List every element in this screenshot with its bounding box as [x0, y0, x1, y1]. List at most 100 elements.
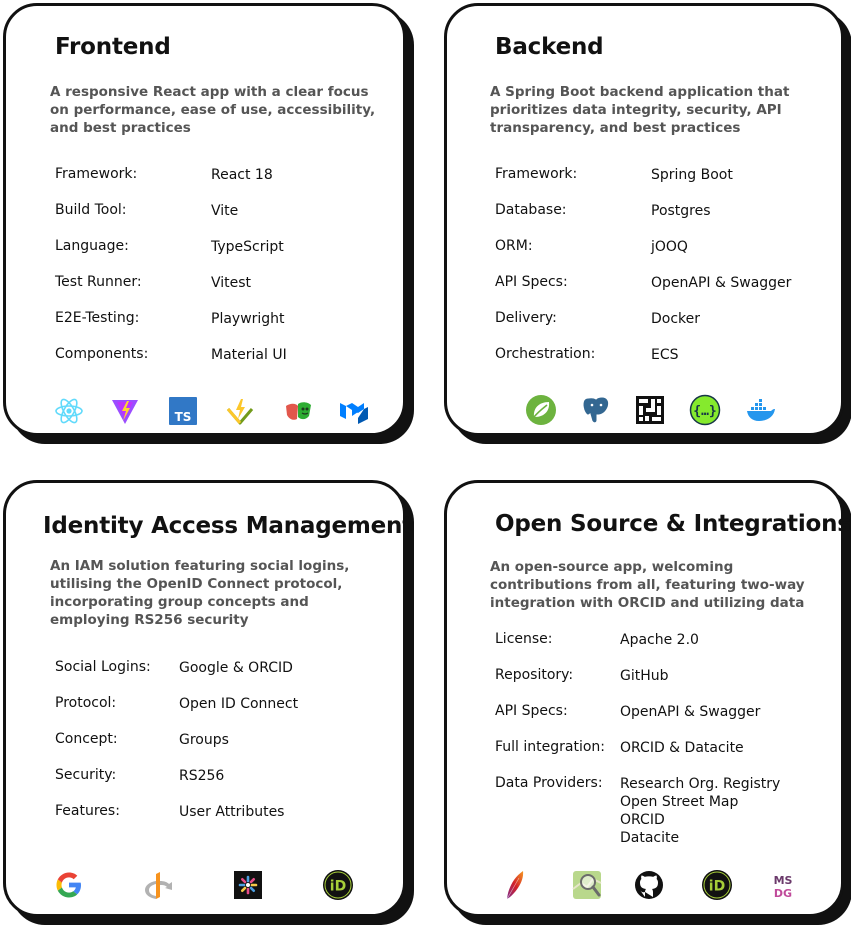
jooq-icon [634, 394, 666, 426]
property-value: Research Org. Registry Open Street Map O… [620, 776, 781, 846]
property-label: API Specs: [495, 274, 568, 290]
property-label: ORM: [495, 238, 533, 254]
property-value: React 18 [211, 167, 273, 183]
svg-text:iD: iD [709, 879, 725, 895]
property-label: Features: [55, 803, 120, 819]
material-ui-icon [338, 395, 370, 427]
postgres-icon [580, 394, 612, 426]
svg-text:TS: TS [175, 410, 192, 424]
property-row: Full integration: ORCID & Datacite [495, 739, 815, 775]
property-label: Security: [55, 767, 117, 783]
property-value: Postgres [651, 203, 711, 219]
property-list: Framework: Spring Boot Database: Postgres … [495, 166, 815, 382]
property-row: Build Tool: Vite [55, 202, 375, 238]
property-row: Components: Material UI [55, 346, 375, 382]
property-label: License: [495, 631, 553, 647]
property-value: ECS [651, 347, 679, 363]
github-icon [633, 869, 665, 901]
property-label: Language: [55, 238, 129, 254]
tech-icons: {…} [447, 394, 841, 428]
property-row: Orchestration: ECS [495, 346, 815, 382]
property-value: Groups [179, 732, 229, 748]
card-description: An IAM solution featuring social logins,… [50, 558, 350, 628]
property-value: OpenAPI & Swagger [620, 704, 761, 720]
property-label: Components: [55, 346, 149, 362]
property-value: GitHub [620, 668, 669, 684]
property-label: Concept: [55, 731, 118, 747]
card-description: A Spring Boot backend application that p… [490, 84, 790, 136]
google-icon [53, 869, 85, 901]
property-value: Playwright [211, 311, 285, 327]
orcid-icon: iD [701, 869, 733, 901]
property-value: Google & ORCID [179, 660, 293, 676]
spring-icon [525, 394, 557, 426]
svg-text:{…}: {…} [693, 404, 716, 419]
property-value: Apache 2.0 [620, 632, 699, 648]
property-row: Security: RS256 [55, 767, 375, 803]
property-label: Protocol: [55, 695, 117, 711]
property-value: OpenAPI & Swagger [651, 275, 792, 291]
card-title: Frontend [55, 34, 171, 60]
property-list: License: Apache 2.0 Repository: GitHub API… [495, 631, 815, 847]
property-value: Docker [651, 311, 701, 327]
property-row: Test Runner: Vitest [55, 274, 375, 310]
property-label: E2E-Testing: [55, 310, 140, 326]
card-title: Backend [495, 34, 604, 60]
property-value: Material UI [211, 347, 287, 363]
property-label: Delivery: [495, 310, 557, 326]
react-icon [53, 395, 85, 427]
property-row: API Specs: OpenAPI & Swagger [495, 703, 815, 739]
property-row: Database: Postgres [495, 202, 815, 238]
property-label: Social Logins: [55, 659, 151, 675]
vitest-icon [224, 395, 256, 427]
property-row: ORM: jOOQ [495, 238, 815, 274]
svg-text:iD: iD [330, 879, 346, 895]
orcid-icon: iD [322, 869, 354, 901]
property-value: RS256 [179, 768, 225, 784]
svg-text:DG: DG [774, 887, 792, 900]
property-row: Language: TypeScript [55, 238, 375, 274]
iam-card: Identity Access Management An IAM soluti… [3, 480, 413, 917]
property-value: Vitest [211, 275, 252, 291]
property-value: TypeScript [211, 239, 284, 255]
property-row: E2E-Testing: Playwright [55, 310, 375, 346]
property-label: Database: [495, 202, 567, 218]
property-label: Full integration: [495, 739, 606, 755]
property-label: Framework: [495, 166, 578, 182]
property-row: API Specs: OpenAPI & Swagger [495, 274, 815, 310]
property-label: API Specs: [495, 703, 568, 719]
property-list: Social Logins: Google & ORCID Protocol: Op… [55, 659, 375, 839]
playwright-icon [282, 395, 314, 427]
property-row: Repository: GitHub [495, 667, 815, 703]
apache-feather-icon [499, 869, 531, 901]
property-value: User Attributes [179, 804, 285, 820]
openid-icon [142, 869, 174, 901]
property-row: Protocol: Open ID Connect [55, 695, 375, 731]
docker-icon [744, 394, 776, 426]
property-row: Framework: Spring Boot [495, 166, 815, 202]
msdg-icon: MS DG [767, 869, 799, 901]
property-row: Framework: React 18 [55, 166, 375, 202]
svg-text:MS: MS [774, 874, 793, 887]
openstreetmap-icon [571, 869, 603, 901]
property-row: Concept: Groups [55, 731, 375, 767]
property-value: Open ID Connect [179, 696, 299, 712]
open-source-card: Open Source & Integrations An open-sourc… [444, 480, 851, 917]
vite-icon [109, 395, 141, 427]
property-value: Spring Boot [651, 167, 733, 183]
card-description: A responsive React app with a clear focu… [50, 84, 376, 136]
card-description: An open-source app, welcoming contributi… [490, 559, 805, 610]
property-label: Framework: [55, 166, 138, 182]
property-label: Repository: [495, 667, 574, 683]
tech-icons: iD MS DG [447, 869, 841, 903]
typescript-icon: TS [167, 395, 199, 427]
swagger-icon: {…} [689, 394, 721, 426]
backend-card: Backend A Spring Boot backend applicatio… [444, 3, 844, 436]
property-row: Data Providers: Research Org. Registry Op… [495, 775, 815, 847]
property-list: Framework: React 18 Build Tool: Vite Langu… [55, 166, 375, 382]
keycloak-icon [232, 869, 264, 901]
property-value: Vite [211, 203, 239, 219]
card-title: Identity Access Management [43, 513, 414, 539]
property-label: Test Runner: [55, 274, 142, 290]
property-row: Delivery: Docker [495, 310, 815, 346]
